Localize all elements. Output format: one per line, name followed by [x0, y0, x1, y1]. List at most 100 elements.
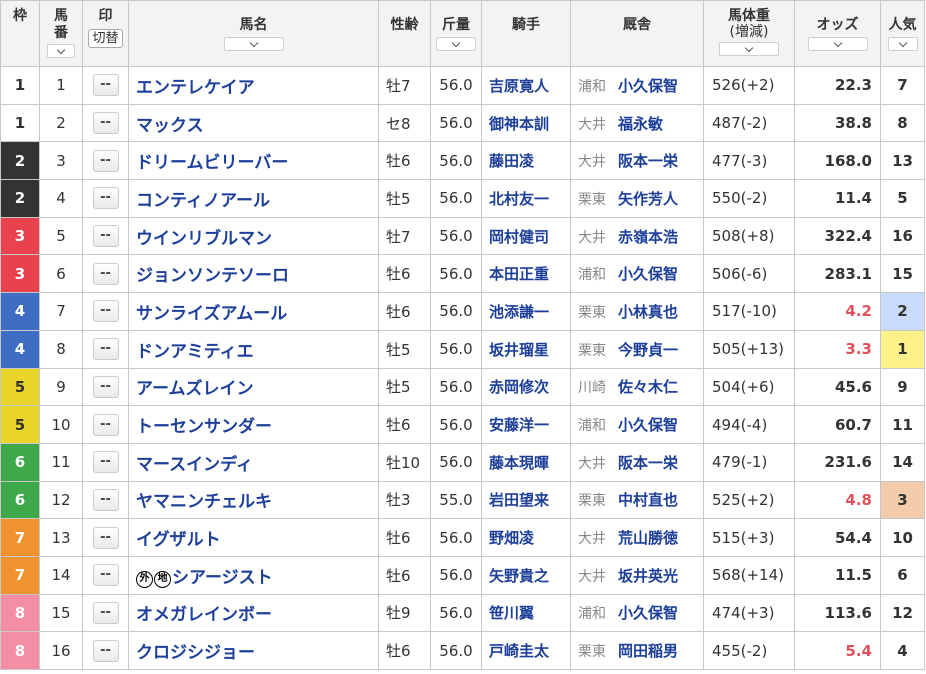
- mark-cell: --: [82, 292, 129, 331]
- jockey-link[interactable]: 安藤洋一: [489, 416, 549, 434]
- horse-name-link[interactable]: シアージスト: [172, 568, 273, 588]
- mark-select-button[interactable]: --: [92, 564, 119, 587]
- sort-popularity-chevron-down-icon[interactable]: [887, 37, 918, 51]
- horse-name-link[interactable]: ドリームビリーバー: [136, 153, 288, 173]
- trainer-link[interactable]: 小久保智: [618, 77, 678, 95]
- jockey-link[interactable]: 吉原寛人: [489, 77, 549, 95]
- mark-select-button[interactable]: --: [92, 112, 119, 135]
- stable-cell: 大井 赤嶺本浩: [570, 216, 704, 256]
- jockey-link[interactable]: 赤岡修次: [489, 378, 549, 396]
- jockey-cell: 岡村健司: [481, 216, 571, 256]
- jockey-link[interactable]: 野畑凌: [489, 529, 534, 547]
- sort-bodyweight-chevron-down-icon[interactable]: [719, 42, 779, 56]
- sexage-cell: 牡6: [378, 631, 431, 670]
- mark-select-button[interactable]: --: [92, 413, 119, 436]
- mark-select-button[interactable]: --: [92, 639, 119, 662]
- trainer-link[interactable]: 阪本一栄: [618, 454, 678, 472]
- jockey-link[interactable]: 矢野貴之: [489, 567, 549, 585]
- horse-badge-icon: 地: [154, 570, 171, 588]
- jockey-link[interactable]: 戸崎圭太: [489, 642, 549, 660]
- weight-cell: 56.0: [430, 66, 482, 105]
- horse-name-link[interactable]: トーセンサンダー: [136, 417, 272, 437]
- horse-name-link[interactable]: クロジシジョー: [136, 643, 255, 663]
- jockey-link[interactable]: 坂井瑠星: [489, 341, 549, 359]
- mark-select-button[interactable]: --: [92, 187, 119, 210]
- trainer-link[interactable]: 小久保智: [618, 265, 678, 283]
- trainer-link[interactable]: 阪本一栄: [618, 152, 678, 170]
- mark-select-button[interactable]: --: [92, 300, 119, 323]
- jockey-link[interactable]: 藤田凌: [489, 152, 534, 170]
- horse-name-cell: 外地シアージスト: [128, 555, 379, 595]
- horse-name-link[interactable]: ウインリブルマン: [136, 229, 272, 249]
- mark-select-button[interactable]: --: [92, 601, 119, 624]
- mark-switch-button[interactable]: 切替: [88, 29, 123, 48]
- stable-region: 栗東: [578, 644, 606, 661]
- horse-name-link[interactable]: マックス: [136, 116, 204, 136]
- trainer-link[interactable]: 佐々木仁: [618, 378, 678, 396]
- trainer-link[interactable]: 今野貞一: [618, 341, 678, 359]
- jockey-link[interactable]: 北村友一: [489, 190, 549, 208]
- sort-name-chevron-down-icon[interactable]: [223, 37, 284, 51]
- bodyweight-cell: 494(-4): [703, 405, 795, 444]
- stable-region: 浦和: [578, 418, 606, 435]
- mark-select-button[interactable]: --: [92, 375, 119, 398]
- header-odds[interactable]: オッズ: [794, 0, 881, 67]
- mark-select-button[interactable]: --: [92, 262, 119, 285]
- horse-name-link[interactable]: ジョンソンテソーロ: [136, 266, 289, 286]
- umaban-cell: 13: [39, 518, 83, 557]
- header-bodyweight[interactable]: 馬体重 (増減): [703, 0, 795, 67]
- mark-select-button[interactable]: --: [92, 488, 119, 511]
- sexage-cell: 牡6: [378, 292, 431, 331]
- trainer-link[interactable]: 中村直也: [618, 491, 678, 509]
- mark-select-button[interactable]: --: [92, 526, 119, 549]
- horse-name-cell: アームズレイン: [128, 367, 379, 407]
- jockey-link[interactable]: 本田正重: [489, 265, 549, 283]
- horse-name-link[interactable]: コンティノアール: [136, 191, 270, 211]
- waku-cell: 6: [0, 442, 40, 482]
- horse-name-link[interactable]: サンライズアムール: [136, 304, 287, 324]
- stable-region: 栗東: [578, 342, 606, 359]
- mark-cell: --: [82, 179, 129, 218]
- jockey-link[interactable]: 岩田望来: [489, 491, 549, 509]
- header-popularity[interactable]: 人気: [880, 0, 925, 67]
- popularity-cell: 4: [880, 631, 925, 670]
- odds-cell: 54.4: [794, 518, 881, 557]
- trainer-link[interactable]: 坂井英光: [618, 567, 678, 585]
- popularity-cell: 13: [880, 141, 925, 181]
- horse-name-cell: クロジシジョー: [128, 631, 379, 670]
- mark-select-button[interactable]: --: [92, 338, 119, 361]
- horse-name-link[interactable]: オメガレインボー: [136, 605, 272, 625]
- stable-region: 大井: [578, 116, 606, 133]
- header-weight[interactable]: 斤量: [430, 0, 482, 67]
- sort-weight-chevron-down-icon[interactable]: [436, 37, 476, 51]
- trainer-link[interactable]: 小久保智: [618, 416, 678, 434]
- trainer-link[interactable]: 小久保智: [618, 604, 678, 622]
- trainer-link[interactable]: 小林真也: [618, 303, 678, 321]
- jockey-link[interactable]: 御神本訓: [489, 115, 549, 133]
- horse-name-link[interactable]: エンテレケイア: [136, 78, 255, 98]
- sort-umaban-chevron-down-icon[interactable]: [47, 44, 75, 58]
- header-umaban[interactable]: 馬番: [39, 0, 83, 67]
- mark-select-button[interactable]: --: [92, 451, 119, 474]
- mark-select-button[interactable]: --: [92, 74, 119, 97]
- horse-name-link[interactable]: ドンアミティエ: [136, 342, 254, 362]
- trainer-link[interactable]: 赤嶺本浩: [618, 228, 678, 246]
- trainer-link[interactable]: 福永敏: [618, 115, 663, 133]
- mark-select-button[interactable]: --: [92, 225, 119, 248]
- horse-name-link[interactable]: ヤマニンチェルキ: [136, 492, 272, 512]
- jockey-link[interactable]: 藤本現暉: [489, 454, 549, 472]
- horse-name-link[interactable]: マースインディ: [136, 455, 253, 475]
- sort-odds-chevron-down-icon[interactable]: [807, 37, 868, 51]
- horse-name-link[interactable]: イグザルト: [136, 530, 221, 550]
- trainer-link[interactable]: 荒山勝徳: [618, 529, 678, 547]
- mark-cell: --: [82, 216, 129, 256]
- jockey-link[interactable]: 池添謙一: [489, 303, 549, 321]
- stable-region: 川崎: [578, 380, 606, 397]
- mark-select-button[interactable]: --: [92, 149, 119, 172]
- trainer-link[interactable]: 岡田稲男: [618, 642, 678, 660]
- header-name[interactable]: 馬名: [128, 0, 379, 67]
- horse-name-link[interactable]: アームズレイン: [136, 379, 253, 399]
- jockey-link[interactable]: 岡村健司: [489, 228, 549, 246]
- jockey-link[interactable]: 笹川翼: [489, 604, 534, 622]
- trainer-link[interactable]: 矢作芳人: [618, 190, 678, 208]
